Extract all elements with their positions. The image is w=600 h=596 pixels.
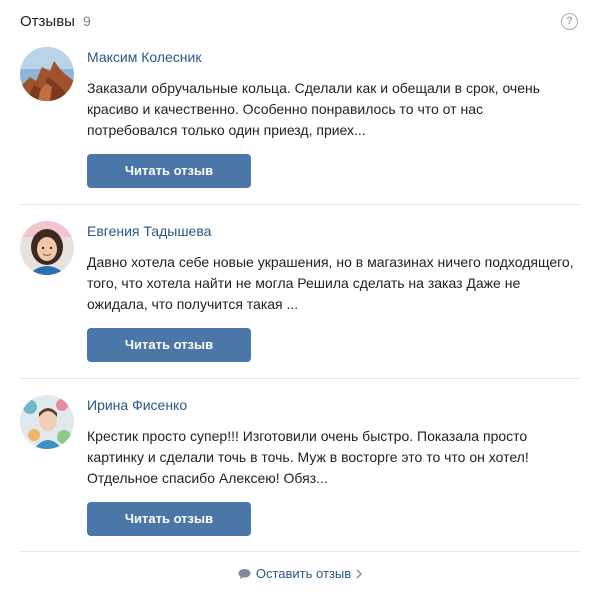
read-review-button[interactable]: Читать отзыв (87, 328, 251, 362)
avatar-photo-floral-icon (20, 395, 74, 449)
help-icon[interactable]: ? (561, 13, 578, 30)
leave-review-label: Оставить отзыв (255, 566, 352, 581)
avatar[interactable] (20, 47, 74, 101)
review-body: Максим Колесник Заказали обручальные кол… (87, 47, 577, 141)
chevron-right-icon (356, 569, 363, 579)
avatar[interactable] (20, 221, 74, 275)
reviewer-name[interactable]: Ирина Фисенко (87, 396, 187, 414)
review-text: Крестик просто супер!!! Изготовили очень… (87, 428, 529, 486)
avatar-photo-rock-landscape-icon (20, 47, 74, 101)
read-review-button[interactable]: Читать отзыв (87, 154, 251, 188)
reviews-header: Отзывы 9 ? (20, 9, 580, 33)
review-text: Заказали обручальные кольца. Сделали как… (87, 80, 541, 138)
review-body: Евгения Тадышева Давно хотела себе новые… (87, 221, 577, 315)
review-body: Ирина Фисенко Крестик просто супер!!! Из… (87, 395, 577, 489)
reviews-title: Отзывы (20, 12, 75, 30)
reviewer-name[interactable]: Максим Колесник (87, 48, 202, 66)
divider (20, 378, 580, 379)
review-text: Давно хотела себе новые украшения, но в … (87, 254, 574, 312)
avatar[interactable] (20, 395, 74, 449)
comment-icon (238, 569, 251, 580)
avatar-photo-woman-icon (20, 221, 74, 275)
read-review-button[interactable]: Читать отзыв (87, 502, 251, 536)
divider (20, 551, 580, 552)
leave-review-link[interactable]: Оставить отзыв (0, 566, 600, 581)
reviews-count: 9 (82, 13, 91, 29)
reviewer-name[interactable]: Евгения Тадышева (87, 222, 211, 240)
divider (20, 204, 580, 205)
